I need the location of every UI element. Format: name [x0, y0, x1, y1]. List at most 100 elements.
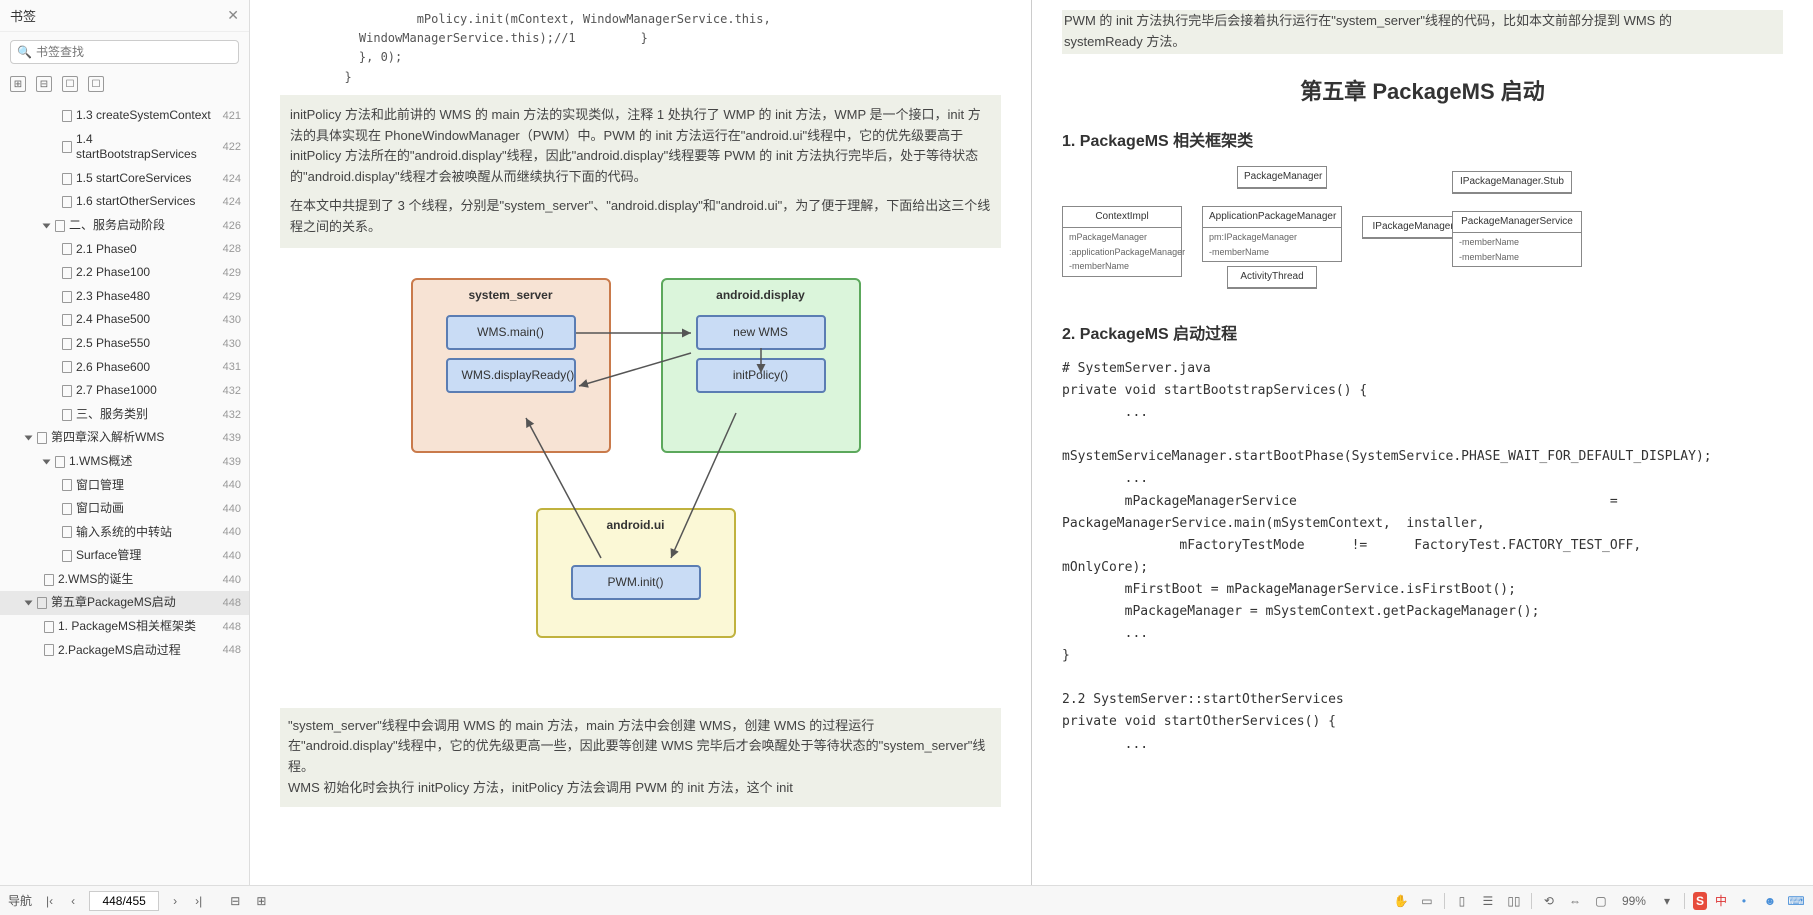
bookmark-icon [62, 479, 72, 491]
code-block: # SystemServer.java private void startBo… [1062, 358, 1783, 756]
bookmark-icon [62, 291, 72, 303]
fit-width-icon[interactable]: ⇔ [1566, 892, 1584, 910]
tree-item[interactable]: 1.6 startOtherServices424 [0, 190, 249, 214]
fit-page-icon[interactable]: ▢ [1592, 892, 1610, 910]
bookmark-icon [62, 314, 72, 326]
tree-item-page: 448 [223, 621, 241, 633]
tree-item-label: 1. PackageMS相关框架类 [58, 619, 196, 635]
view-continuous-icon[interactable]: ☰ [1479, 892, 1497, 910]
tree-item[interactable]: 1. PackageMS相关框架类 448 [0, 615, 249, 639]
tree-item-label: 1.4 startBootstrapServices [76, 132, 217, 163]
diagram-box-title: android.ui [538, 516, 734, 535]
bookmark-icon [62, 338, 72, 350]
zoom-in-button[interactable]: ⊞ [252, 892, 270, 910]
tree-item[interactable]: 窗口动画440 [0, 497, 249, 521]
tree-item[interactable]: 2.7 Phase1000432 [0, 379, 249, 403]
tree-item-label: 2.3 Phase480 [76, 289, 150, 305]
tree-item[interactable]: 1.4 startBootstrapServices 422 [0, 128, 249, 167]
tree-item[interactable]: 2.6 Phase600431 [0, 356, 249, 380]
tree-item-page: 424 [223, 173, 241, 185]
tree-item-label: 2.1 Phase0 [76, 242, 137, 258]
tree-item[interactable]: 1.5 startCoreServices 424 [0, 167, 249, 191]
bookmark-tree[interactable]: 1.3 createSystemContext4211.4 startBoots… [0, 100, 249, 885]
tree-item[interactable]: 2.3 Phase480429 [0, 285, 249, 309]
tree-item[interactable]: 1.WMS概述439 [0, 450, 249, 474]
tree-item[interactable]: 第四章深入解析WMS439 [0, 426, 249, 450]
tree-item-page: 421 [223, 110, 241, 122]
tree-item[interactable]: 窗口管理440 [0, 474, 249, 498]
page-right: PWM 的 init 方法执行完毕后会接着执行运行在"system_server… [1032, 0, 1813, 885]
tree-item[interactable]: 2.1 Phase0428 [0, 238, 249, 262]
rotate-icon[interactable]: ⟲ [1540, 892, 1558, 910]
zoom-out-button[interactable]: ⊟ [226, 892, 244, 910]
ime-lang[interactable]: 中 [1715, 892, 1727, 910]
tree-item-page: 430 [223, 338, 241, 350]
tree-item-label: 1.6 startOtherServices [76, 194, 195, 210]
tree-item-page: 440 [223, 550, 241, 562]
bookmark-icon [62, 267, 72, 279]
ime-badge[interactable]: S [1693, 892, 1707, 910]
first-page-button[interactable]: |‹ [42, 892, 57, 910]
bookmark-icon-2[interactable]: ☐ [88, 76, 104, 92]
diagram-node: PWM.init() [571, 565, 701, 600]
tree-item[interactable]: 2.2 Phase100429 [0, 261, 249, 285]
expand-icon[interactable]: ⊞ [10, 76, 26, 92]
expand-icon[interactable] [43, 223, 51, 228]
paragraph: "system_server"线程中会调用 WMS 的 main 方法，main… [280, 708, 1001, 807]
tree-item[interactable]: 二、服务启动阶段426 [0, 214, 249, 238]
tree-item[interactable]: Surface管理 440 [0, 544, 249, 568]
bookmark-icon [62, 409, 72, 421]
ime-settings-icon[interactable]: ☻ [1761, 892, 1779, 910]
ime-keyboard-icon[interactable]: ⌨ [1787, 892, 1805, 910]
last-page-button[interactable]: ›| [191, 892, 206, 910]
tree-item-page: 429 [223, 267, 241, 279]
page-input[interactable] [89, 891, 159, 911]
tree-item-page: 422 [223, 141, 241, 153]
tree-item-label: 2.4 Phase500 [76, 312, 150, 328]
select-tool-icon[interactable]: ▭ [1418, 892, 1436, 910]
tree-item-label: 2.6 Phase600 [76, 360, 150, 376]
bookmark-icon [62, 196, 72, 208]
uml-diagram: ContextImplmPackageManager :applicationP… [1062, 166, 1783, 306]
bookmark-icon [62, 550, 72, 562]
bookmark-icon [44, 644, 54, 656]
bookmark-icon [62, 361, 72, 373]
prev-page-button[interactable]: ‹ [67, 892, 79, 910]
tree-item-label: Surface管理 [76, 548, 141, 564]
tree-item[interactable]: 2.WMS的诞生440 [0, 568, 249, 592]
close-icon[interactable]: ✕ [227, 7, 239, 24]
diagram-box-title: android.display [663, 286, 859, 305]
zoom-level[interactable]: 99% [1618, 892, 1650, 910]
bookmark-icon [62, 526, 72, 538]
tree-item-page: 448 [223, 644, 241, 656]
tree-item-label: 1.5 startCoreServices [76, 171, 191, 187]
bookmark-icon[interactable]: ☐ [62, 76, 78, 92]
view-single-icon[interactable]: ▯ [1453, 892, 1471, 910]
search-input[interactable] [36, 45, 232, 59]
hand-tool-icon[interactable]: ✋ [1392, 892, 1410, 910]
tree-item[interactable]: 2.4 Phase500430 [0, 308, 249, 332]
bookmark-search[interactable]: 🔍 [10, 40, 239, 64]
next-page-button[interactable]: › [169, 892, 181, 910]
tree-item-label: 1.WMS概述 [69, 454, 132, 470]
tree-item[interactable]: 2.PackageMS启动过程 448 [0, 639, 249, 663]
tree-item-label: 2.WMS的诞生 [58, 572, 133, 588]
view-facing-icon[interactable]: ▯▯ [1505, 892, 1523, 910]
tree-item[interactable]: 2.5 Phase550430 [0, 332, 249, 356]
collapse-icon[interactable]: ⊟ [36, 76, 52, 92]
tree-item[interactable]: 三、服务类别432 [0, 403, 249, 427]
expand-icon[interactable] [43, 459, 51, 464]
expand-icon[interactable] [25, 601, 33, 606]
tree-item[interactable]: 1.3 createSystemContext421 [0, 104, 249, 128]
chevron-down-icon[interactable]: ▾ [1658, 892, 1676, 910]
tree-item[interactable]: 输入系统的中转站440 [0, 521, 249, 545]
expand-icon[interactable] [25, 436, 33, 441]
thread-diagram: system_server WMS.main() WMS.displayRead… [381, 278, 901, 678]
section-heading: 1. PackageMS 相关框架类 [1062, 129, 1783, 155]
tree-item-label: 2.PackageMS启动过程 [58, 643, 181, 659]
nav-label: 导航 [8, 892, 32, 909]
diagram-box-title: system_server [413, 286, 609, 305]
tree-item[interactable]: 第五章PackageMS启动448 [0, 591, 249, 615]
ime-dot-icon[interactable]: • [1735, 892, 1753, 910]
bookmark-icon [62, 243, 72, 255]
